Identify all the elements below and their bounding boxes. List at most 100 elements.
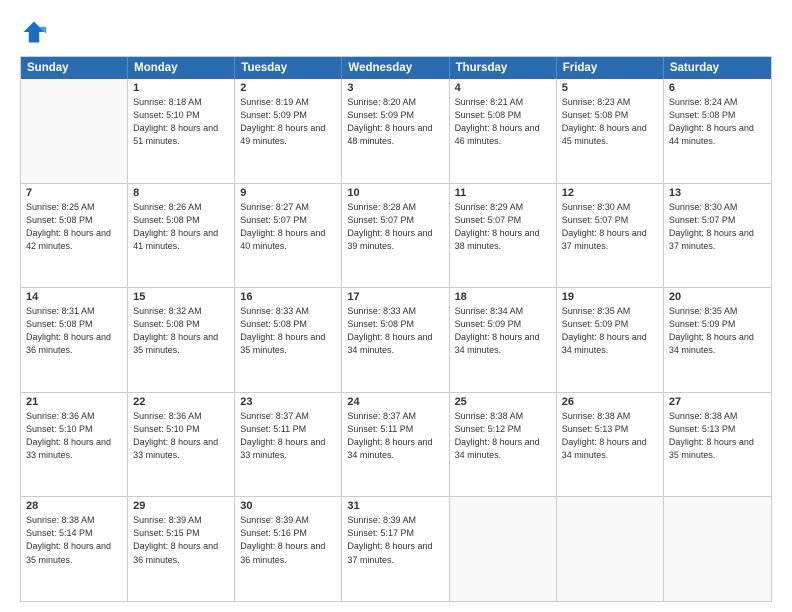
cell-info: Sunrise: 8:37 AM Sunset: 5:11 PM Dayligh… (347, 410, 443, 462)
calendar-cell: 20 Sunrise: 8:35 AM Sunset: 5:09 PM Dayli… (664, 288, 771, 392)
calendar-cell: 28Sunrise: 8:38 AM Sunset: 5:14 PM Dayli… (21, 497, 128, 601)
header-day-monday: Monday (128, 57, 235, 79)
cell-info: Sunrise: 8:39 AM Sunset: 5:17 PM Dayligh… (347, 514, 443, 566)
calendar-cell: 25 Sunrise: 8:38 AM Sunset: 5:12 PM Dayli… (450, 393, 557, 497)
calendar-cell: 10 Sunrise: 8:28 AM Sunset: 5:07 PM Dayli… (342, 184, 449, 288)
calendar-cell: 17 Sunrise: 8:33 AM Sunset: 5:08 PM Dayli… (342, 288, 449, 392)
calendar-cell: 18 Sunrise: 8:34 AM Sunset: 5:09 PM Dayli… (450, 288, 557, 392)
calendar-cell: 21 Sunrise: 8:36 AM Sunset: 5:10 PM Dayli… (21, 393, 128, 497)
cell-info: Sunrise: 8:38 AM Sunset: 5:13 PM Dayligh… (562, 410, 658, 462)
page: SundayMondayTuesdayWednesdayThursdayFrid… (0, 0, 792, 612)
day-number: 31 (347, 500, 443, 512)
cell-info: Sunrise: 8:33 AM Sunset: 5:08 PM Dayligh… (240, 305, 336, 357)
calendar-cell: 31 Sunrise: 8:39 AM Sunset: 5:17 PM Dayli… (342, 497, 449, 601)
cell-info: Sunrise: 8:26 AM Sunset: 5:08 PM Dayligh… (133, 201, 229, 253)
cell-info: Sunrise: 8:38 AM Sunset: 5:13 PM Dayligh… (669, 410, 766, 462)
header-day-saturday: Saturday (664, 57, 771, 79)
day-number: 25 (455, 396, 551, 408)
calendar-cell: 7 Sunrise: 8:25 AM Sunset: 5:08 PM Daylig… (21, 184, 128, 288)
header-day-sunday: Sunday (21, 57, 128, 79)
header (20, 18, 772, 46)
calendar-cell: 11Sunrise: 8:29 AM Sunset: 5:07 PM Dayli… (450, 184, 557, 288)
cell-info: Sunrise: 8:25 AM Sunset: 5:08 PM Dayligh… (26, 201, 122, 253)
calendar-cell: 6 Sunrise: 8:24 AM Sunset: 5:08 PM Daylig… (664, 79, 771, 183)
cell-info: Sunrise: 8:37 AM Sunset: 5:11 PM Dayligh… (240, 410, 336, 462)
day-number: 14 (26, 291, 122, 303)
calendar-cell: 27 Sunrise: 8:38 AM Sunset: 5:13 PM Dayli… (664, 393, 771, 497)
calendar-row-4: 28Sunrise: 8:38 AM Sunset: 5:14 PM Dayli… (21, 496, 771, 601)
day-number: 12 (562, 187, 658, 199)
day-number: 27 (669, 396, 766, 408)
cell-info: Sunrise: 8:33 AM Sunset: 5:08 PM Dayligh… (347, 305, 443, 357)
day-number: 29 (133, 500, 229, 512)
calendar-cell (450, 497, 557, 601)
cell-info: Sunrise: 8:23 AM Sunset: 5:08 PM Dayligh… (562, 96, 658, 148)
day-number: 17 (347, 291, 443, 303)
day-number: 16 (240, 291, 336, 303)
calendar-cell: 29Sunrise: 8:39 AM Sunset: 5:15 PM Dayli… (128, 497, 235, 601)
calendar-cell: 12 Sunrise: 8:30 AM Sunset: 5:07 PM Dayli… (557, 184, 664, 288)
calendar-cell: 15Sunrise: 8:32 AM Sunset: 5:08 PM Dayli… (128, 288, 235, 392)
day-number: 6 (669, 82, 766, 94)
cell-info: Sunrise: 8:20 AM Sunset: 5:09 PM Dayligh… (347, 96, 443, 148)
cell-info: Sunrise: 8:30 AM Sunset: 5:07 PM Dayligh… (562, 201, 658, 253)
calendar-cell: 8Sunrise: 8:26 AM Sunset: 5:08 PM Daylig… (128, 184, 235, 288)
calendar-body: 1Sunrise: 8:18 AM Sunset: 5:10 PM Daylig… (21, 79, 771, 601)
header-day-friday: Friday (557, 57, 664, 79)
calendar-cell: 5 Sunrise: 8:23 AM Sunset: 5:08 PM Daylig… (557, 79, 664, 183)
calendar-cell: 30Sunrise: 8:39 AM Sunset: 5:16 PM Dayli… (235, 497, 342, 601)
calendar-cell: 14 Sunrise: 8:31 AM Sunset: 5:08 PM Dayli… (21, 288, 128, 392)
calendar-row-3: 21 Sunrise: 8:36 AM Sunset: 5:10 PM Dayli… (21, 392, 771, 497)
cell-info: Sunrise: 8:34 AM Sunset: 5:09 PM Dayligh… (455, 305, 551, 357)
cell-info: Sunrise: 8:36 AM Sunset: 5:10 PM Dayligh… (133, 410, 229, 462)
header-day-wednesday: Wednesday (342, 57, 449, 79)
cell-info: Sunrise: 8:29 AM Sunset: 5:07 PM Dayligh… (455, 201, 551, 253)
calendar-header: SundayMondayTuesdayWednesdayThursdayFrid… (21, 57, 771, 79)
calendar-cell (557, 497, 664, 601)
cell-info: Sunrise: 8:19 AM Sunset: 5:09 PM Dayligh… (240, 96, 336, 148)
cell-info: Sunrise: 8:31 AM Sunset: 5:08 PM Dayligh… (26, 305, 122, 357)
cell-info: Sunrise: 8:21 AM Sunset: 5:08 PM Dayligh… (455, 96, 551, 148)
day-number: 5 (562, 82, 658, 94)
calendar: SundayMondayTuesdayWednesdayThursdayFrid… (20, 56, 772, 602)
day-number: 28 (26, 500, 122, 512)
header-day-thursday: Thursday (450, 57, 557, 79)
day-number: 9 (240, 187, 336, 199)
day-number: 3 (347, 82, 443, 94)
day-number: 19 (562, 291, 658, 303)
day-number: 18 (455, 291, 551, 303)
day-number: 10 (347, 187, 443, 199)
cell-info: Sunrise: 8:39 AM Sunset: 5:16 PM Dayligh… (240, 514, 336, 566)
calendar-cell: 19 Sunrise: 8:35 AM Sunset: 5:09 PM Dayli… (557, 288, 664, 392)
logo-icon (20, 18, 48, 46)
header-day-tuesday: Tuesday (235, 57, 342, 79)
calendar-cell: 2 Sunrise: 8:19 AM Sunset: 5:09 PM Daylig… (235, 79, 342, 183)
day-number: 26 (562, 396, 658, 408)
cell-info: Sunrise: 8:24 AM Sunset: 5:08 PM Dayligh… (669, 96, 766, 148)
day-number: 20 (669, 291, 766, 303)
cell-info: Sunrise: 8:36 AM Sunset: 5:10 PM Dayligh… (26, 410, 122, 462)
cell-info: Sunrise: 8:32 AM Sunset: 5:08 PM Dayligh… (133, 305, 229, 357)
calendar-cell: 3 Sunrise: 8:20 AM Sunset: 5:09 PM Daylig… (342, 79, 449, 183)
day-number: 2 (240, 82, 336, 94)
calendar-cell: 16 Sunrise: 8:33 AM Sunset: 5:08 PM Dayli… (235, 288, 342, 392)
day-number: 23 (240, 396, 336, 408)
calendar-cell: 23 Sunrise: 8:37 AM Sunset: 5:11 PM Dayli… (235, 393, 342, 497)
day-number: 13 (669, 187, 766, 199)
cell-info: Sunrise: 8:38 AM Sunset: 5:12 PM Dayligh… (455, 410, 551, 462)
cell-info: Sunrise: 8:30 AM Sunset: 5:07 PM Dayligh… (669, 201, 766, 253)
cell-info: Sunrise: 8:35 AM Sunset: 5:09 PM Dayligh… (669, 305, 766, 357)
day-number: 24 (347, 396, 443, 408)
calendar-cell (664, 497, 771, 601)
day-number: 21 (26, 396, 122, 408)
day-number: 7 (26, 187, 122, 199)
day-number: 4 (455, 82, 551, 94)
calendar-cell: 9Sunrise: 8:27 AM Sunset: 5:07 PM Daylig… (235, 184, 342, 288)
calendar-cell: 24 Sunrise: 8:37 AM Sunset: 5:11 PM Dayli… (342, 393, 449, 497)
cell-info: Sunrise: 8:28 AM Sunset: 5:07 PM Dayligh… (347, 201, 443, 253)
cell-info: Sunrise: 8:35 AM Sunset: 5:09 PM Dayligh… (562, 305, 658, 357)
calendar-row-1: 7 Sunrise: 8:25 AM Sunset: 5:08 PM Daylig… (21, 183, 771, 288)
calendar-row-2: 14 Sunrise: 8:31 AM Sunset: 5:08 PM Dayli… (21, 287, 771, 392)
calendar-cell: 13 Sunrise: 8:30 AM Sunset: 5:07 PM Dayli… (664, 184, 771, 288)
calendar-cell: 26 Sunrise: 8:38 AM Sunset: 5:13 PM Dayli… (557, 393, 664, 497)
